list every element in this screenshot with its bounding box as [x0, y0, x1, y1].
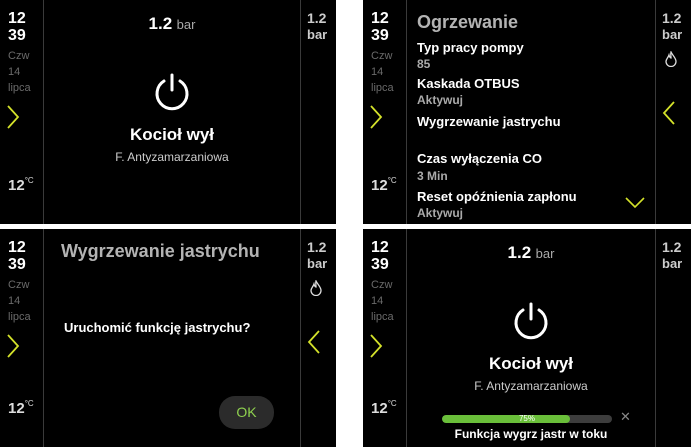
- power-icon[interactable]: [511, 301, 551, 346]
- progress-text: Funkcja wygrz jastr w toku: [454, 427, 608, 441]
- weekday: Czw: [371, 50, 393, 62]
- main-area: 1.2 bar Kocioł wył F. Antyzamarzaniowa: [44, 0, 300, 224]
- screen-heating-menu: 12 39 Czw 14 lipca 12°C Ogrzewanie Typ p…: [363, 0, 691, 224]
- chevron-right-icon[interactable]: [369, 104, 383, 135]
- outdoor-temperature: 12°C: [8, 176, 34, 194]
- pressure-column: 1.2 bar: [300, 0, 336, 224]
- dialog-area: Wygrzewanie jastrychu Uruchomić funkcję …: [44, 229, 300, 447]
- menu-value-cascade: Aktywuj: [417, 93, 464, 107]
- pressure-unit: bar: [307, 27, 328, 42]
- menu-item-ignition-reset[interactable]: Reset opóźnienia zapłonu: [417, 189, 577, 204]
- pressure-readout: 1.2 bar: [148, 14, 196, 33]
- boiler-substate: F. Antyzamarzaniowa: [115, 150, 229, 164]
- menu-value-ignition-reset: Aktywuj: [417, 206, 464, 220]
- boiler-state: Kocioł wył: [488, 354, 574, 373]
- chevron-left-icon[interactable]: [662, 100, 676, 131]
- date-time-column: 12 39 Czw 14 lipca 12°C: [0, 229, 44, 447]
- date-month: lipca: [8, 311, 31, 323]
- pressure-readout: 1.2 bar: [507, 243, 555, 262]
- pressure-unit: bar: [307, 256, 328, 271]
- menu-value-heating-off-time: 3 Min: [417, 169, 448, 183]
- flame-icon: [664, 50, 678, 72]
- pressure-value: 1.2: [662, 239, 682, 255]
- main-area: 1.2 bar Kocioł wył F. Antyzamarzaniowa 7…: [407, 229, 655, 447]
- pressure-value: 1.2: [307, 10, 327, 26]
- close-icon[interactable]: ✕: [620, 409, 631, 425]
- menu-item-pump-type[interactable]: Typ pracy pompy: [417, 40, 524, 55]
- chevron-right-icon[interactable]: [6, 333, 20, 364]
- boiler-substate: F. Antyzamarzaniowa: [474, 379, 588, 393]
- date-time-column: 12 39 Czw 14 lipca 12°C: [0, 0, 44, 224]
- date-month: lipca: [371, 311, 394, 323]
- pressure-unit: bar: [662, 27, 683, 42]
- date-time-column: 12 39 Czw 14 lipca 12°C: [363, 0, 407, 224]
- clock-hour: 12: [8, 10, 26, 27]
- date-month: lipca: [8, 82, 31, 94]
- clock-hour: 12: [371, 10, 389, 27]
- outdoor-temperature: 12°C: [371, 176, 397, 194]
- power-icon[interactable]: [152, 72, 192, 117]
- weekday: Czw: [371, 279, 393, 291]
- date-day: 14: [371, 66, 384, 78]
- date-time-column: 12 39 Czw 14 lipca 12°C: [363, 229, 407, 447]
- weekday: Czw: [8, 279, 30, 291]
- menu-item-heating-off-time[interactable]: Czas wyłączenia CO: [417, 151, 542, 166]
- dialog-title: Wygrzewanie jastrychu: [61, 241, 260, 261]
- screen-screed-dialog: 12 39 Czw 14 lipca 12°C Wygrzewanie jast…: [0, 229, 336, 447]
- date-day: 14: [371, 295, 384, 307]
- date-day: 14: [8, 295, 21, 307]
- clock-minute: 39: [8, 256, 26, 273]
- clock-hour: 12: [8, 239, 26, 256]
- clock-minute: 39: [371, 256, 389, 273]
- menu-area: Ogrzewanie Typ pracy pompy 85 Kaskada OT…: [407, 0, 655, 224]
- pressure-value: 1.2: [307, 239, 327, 255]
- pressure-column: 1.2 bar: [655, 229, 691, 447]
- pressure-column: 1.2 bar: [300, 229, 336, 447]
- ok-button[interactable]: OK: [219, 396, 274, 429]
- date-day: 14: [8, 66, 21, 78]
- chevron-right-icon[interactable]: [6, 104, 20, 135]
- date-month: lipca: [371, 82, 394, 94]
- weekday: Czw: [8, 50, 30, 62]
- chevron-down-icon[interactable]: [625, 196, 645, 214]
- clock-hour: 12: [371, 239, 389, 256]
- menu-value-pump-type: 85: [417, 57, 431, 71]
- menu-item-cascade[interactable]: Kaskada OTBUS: [417, 76, 520, 91]
- clock-minute: 39: [8, 27, 26, 44]
- boiler-state: Kocioł wył: [129, 125, 215, 144]
- chevron-left-icon[interactable]: [307, 329, 321, 360]
- dialog-question: Uruchomić funkcję jastrychu?: [64, 320, 251, 335]
- progress-percent: 75%: [518, 414, 535, 423]
- outdoor-temperature: 12°C: [8, 399, 34, 417]
- pressure-column: 1.2 bar: [655, 0, 691, 224]
- chevron-right-icon[interactable]: [369, 333, 383, 364]
- menu-title: Ogrzewanie: [417, 12, 519, 32]
- flame-icon: [309, 279, 323, 301]
- screen-screed-in-progress: 12 39 Czw 14 lipca 12°C 1.2 bar Kocioł w…: [363, 229, 691, 447]
- menu-item-screed-drying[interactable]: Wygrzewanie jastrychu: [417, 114, 561, 129]
- clock-minute: 39: [371, 27, 389, 44]
- pressure-unit: bar: [662, 256, 683, 271]
- screen-boiler-off: 12 39 Czw 14 lipca 12°C 1.2 bar Kocioł w…: [0, 0, 336, 224]
- pressure-value: 1.2: [662, 10, 682, 26]
- outdoor-temperature: 12°C: [371, 399, 397, 417]
